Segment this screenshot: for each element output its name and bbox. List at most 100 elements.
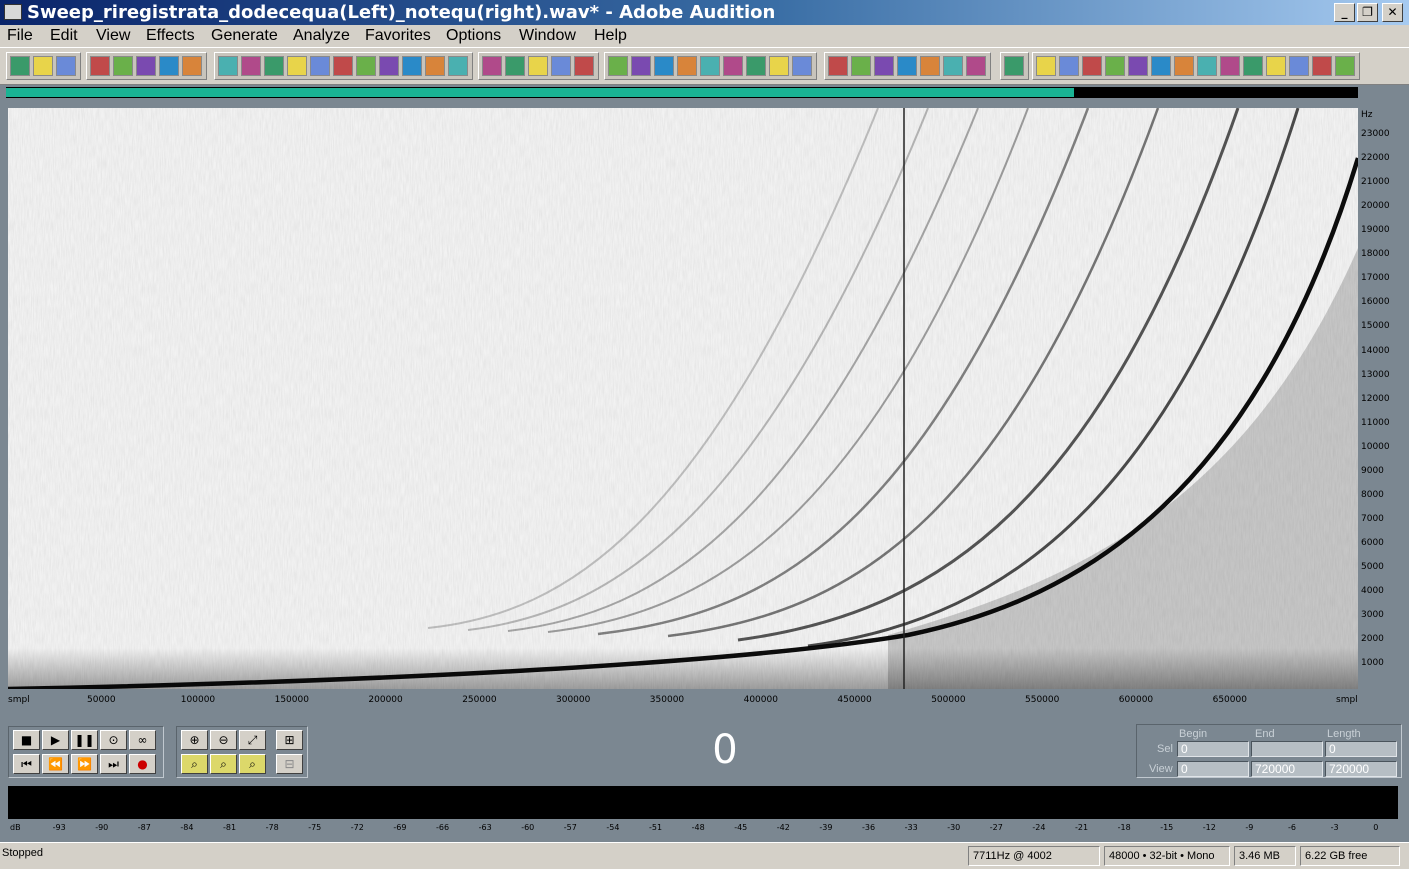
time-icon[interactable] [574, 56, 594, 76]
copy-icon[interactable] [287, 56, 307, 76]
zoom-left-icon[interactable]: ⌕ [210, 754, 237, 774]
frequency-tick: 1000 [1361, 658, 1384, 669]
edit-view-icon[interactable] [33, 56, 53, 76]
zoom-sel-icon[interactable]: ⌕ [181, 754, 208, 774]
close-file-icon[interactable] [182, 56, 202, 76]
sel-begin-field[interactable]: 0 [1177, 741, 1249, 757]
play-to-end-button[interactable]: ⊙ [100, 730, 127, 750]
overview-bar[interactable] [6, 87, 1358, 98]
waveform-view-icon[interactable] [482, 56, 502, 76]
window-title: Sweep_riregistrata_dodecequa(Left)_noteq… [27, 2, 776, 23]
menu-favorites[interactable]: Favorites [365, 27, 431, 45]
go-to-start-button[interactable]: ⏮ [13, 754, 40, 774]
sel-end-field[interactable] [1251, 741, 1323, 757]
zoom-out-vertical-icon[interactable]: ⊟ [276, 754, 303, 774]
menu-effects[interactable]: Effects [146, 27, 195, 45]
minimize-button[interactable]: _ [1334, 3, 1355, 22]
view-begin-field[interactable]: 0 [1177, 761, 1249, 777]
fast-forward-button[interactable]: ⏩ [71, 754, 98, 774]
toolbar-button[interactable] [1312, 56, 1332, 76]
save-all-icon[interactable] [159, 56, 179, 76]
sti-icon[interactable] [1128, 56, 1148, 76]
restore-button[interactable]: ❐ [1357, 3, 1378, 22]
toolbar-button[interactable] [1243, 56, 1263, 76]
snapshot-icon[interactable] [402, 56, 422, 76]
envelope-icon[interactable] [792, 56, 812, 76]
loop-icon[interactable] [677, 56, 697, 76]
menu-analyze[interactable]: Analyze [293, 27, 350, 45]
zoom-in-icon[interactable]: ⊕ [181, 730, 208, 750]
insert-icon[interactable] [379, 56, 399, 76]
toolbar-group [1032, 52, 1360, 80]
zoom-in-vertical-icon[interactable]: ⊞ [276, 730, 303, 750]
record-button[interactable]: ● [129, 754, 156, 774]
zoom-right-icon[interactable]: ⌕ [239, 754, 266, 774]
open-file-icon[interactable] [113, 56, 133, 76]
mark-icon[interactable] [425, 56, 445, 76]
spectrogram-view[interactable] [8, 108, 1358, 689]
effects-icon[interactable] [700, 56, 720, 76]
noise-icon[interactable] [943, 56, 963, 76]
view-end-field[interactable]: 720000 [1251, 761, 1323, 777]
mix-paste-icon[interactable] [333, 56, 353, 76]
menu-help[interactable]: Help [594, 27, 627, 45]
lasso-icon[interactable] [654, 56, 674, 76]
cd-view-icon[interactable] [56, 56, 76, 76]
stop-button[interactable]: ■ [13, 730, 40, 750]
marker-icon[interactable] [828, 56, 848, 76]
toolbar-button[interactable] [1220, 56, 1240, 76]
voice-icon[interactable] [897, 56, 917, 76]
spectral-view-icon[interactable] [448, 56, 468, 76]
menu-file[interactable]: File [7, 27, 33, 45]
loop-button[interactable]: ∞ [129, 730, 156, 750]
rewind-button[interactable]: ⏪ [42, 754, 69, 774]
go-to-end-button[interactable]: ⏭ [100, 754, 127, 774]
menu-view[interactable]: View [96, 27, 130, 45]
cut-icon[interactable] [264, 56, 284, 76]
app-icon[interactable] [4, 4, 22, 20]
zoom-full-icon[interactable]: ⤢ [239, 730, 266, 750]
close-button[interactable]: ✕ [1382, 3, 1403, 22]
toolbar-button[interactable] [1335, 56, 1355, 76]
wave-icon[interactable] [1151, 56, 1171, 76]
menu-options[interactable]: Options [446, 27, 501, 45]
toolbar-button[interactable] [1197, 56, 1217, 76]
new-file-icon[interactable] [90, 56, 110, 76]
toolbar-button[interactable] [1174, 56, 1194, 76]
multitrack-view-icon[interactable] [10, 56, 30, 76]
paste-icon[interactable] [310, 56, 330, 76]
menu-edit[interactable]: Edit [50, 27, 78, 45]
analysis-icon[interactable] [851, 56, 871, 76]
frequency-icon[interactable] [551, 56, 571, 76]
meter-tick: -84 [180, 823, 194, 832]
menu-window[interactable]: Window [519, 27, 576, 45]
ap-icon[interactable] [874, 56, 894, 76]
toolbar-button[interactable] [1266, 56, 1286, 76]
reverb-icon[interactable] [746, 56, 766, 76]
toolbar-button[interactable] [1289, 56, 1309, 76]
itu-p56-icon[interactable] [1105, 56, 1125, 76]
vb-icon[interactable] [920, 56, 940, 76]
fft-icon[interactable] [1004, 56, 1024, 76]
trim-icon[interactable] [356, 56, 376, 76]
sel-length-field[interactable]: 0 [1325, 741, 1397, 757]
menu-generate[interactable]: Generate [211, 27, 278, 45]
redo-icon[interactable] [241, 56, 261, 76]
harmonic-icon[interactable] [966, 56, 986, 76]
pause-button[interactable]: ❚❚ [71, 730, 98, 750]
delay-icon[interactable] [769, 56, 789, 76]
undo-icon[interactable] [218, 56, 238, 76]
bars-icon[interactable] [1059, 56, 1079, 76]
pan-icon[interactable] [528, 56, 548, 76]
play-button[interactable]: ▶ [42, 730, 69, 750]
zoom-icon[interactable] [608, 56, 628, 76]
zoom-out-icon[interactable]: ⊖ [210, 730, 237, 750]
filter-icon[interactable] [723, 56, 743, 76]
hum-icon[interactable] [1082, 56, 1102, 76]
save-icon[interactable] [136, 56, 156, 76]
scrub-icon[interactable] [631, 56, 651, 76]
level-icon[interactable] [1036, 56, 1056, 76]
meter-tick: -72 [350, 823, 364, 832]
phase-icon[interactable] [505, 56, 525, 76]
view-length-field[interactable]: 720000 [1325, 761, 1397, 777]
